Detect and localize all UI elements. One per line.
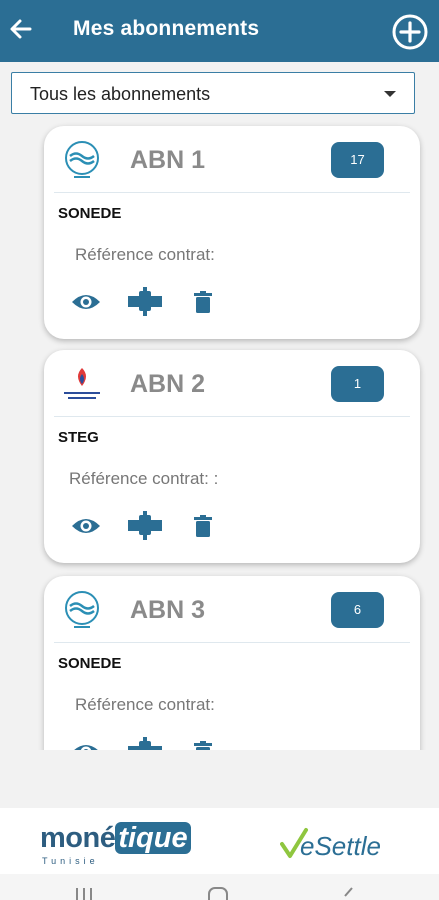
card-actions — [44, 510, 420, 542]
count-badge: 6 — [331, 592, 384, 628]
filter-selected-value: Tous les abonnements — [30, 84, 211, 104]
subscription-filter-select[interactable]: Tous les abonnements — [11, 72, 415, 114]
view-button[interactable] — [70, 736, 102, 750]
add-circle-icon[interactable] — [391, 13, 429, 51]
contract-reference-label: Référence contrat: : — [69, 469, 219, 488]
trash-icon — [194, 741, 212, 750]
delete-button[interactable] — [192, 510, 214, 542]
subscription-name: ABN 3 — [130, 596, 206, 624]
subscription-card[interactable]: ABN 2 1 STEG Référence contrat: : — [44, 350, 420, 563]
subscription-card[interactable]: ABN 3 6 SONEDE Référence contrat: — [44, 576, 420, 750]
divider — [54, 192, 410, 193]
divider — [54, 416, 410, 417]
app-bar: Mes abonnements — [0, 0, 439, 62]
card-actions — [44, 286, 420, 318]
subscription-name: ABN 1 — [130, 146, 206, 174]
esettle-logo: eSettle — [280, 828, 381, 861]
provider-name: SONEDE — [58, 205, 122, 222]
water-valve-icon — [128, 511, 162, 540]
steg-logo-icon — [64, 368, 100, 399]
count-badge: 1 — [331, 366, 384, 402]
subscription-name: ABN 2 — [130, 370, 206, 398]
system-navigation-bar — [0, 874, 439, 900]
meter-button[interactable] — [126, 286, 164, 318]
eye-icon — [72, 295, 100, 309]
delete-button[interactable] — [192, 736, 214, 750]
back-arrow-icon[interactable] — [8, 14, 34, 44]
card-actions — [44, 736, 420, 750]
back-nav-icon[interactable] — [338, 886, 358, 900]
subscription-list[interactable]: ABN 1 17 SONEDE Référence contrat: ABN 2… — [0, 122, 439, 750]
contract-reference-label: Référence contrat: — [75, 695, 215, 714]
divider — [54, 642, 410, 643]
trash-icon — [194, 515, 212, 537]
provider-name: STEG — [58, 429, 99, 446]
page-title: Mes abonnements — [73, 17, 260, 40]
monetique-logo: moné tique Tunisie — [40, 822, 191, 866]
contract-reference-label: Référence contrat: — [75, 245, 215, 264]
monetique-logo-part1: moné — [40, 822, 116, 854]
delete-button[interactable] — [192, 286, 214, 318]
partner-footer: moné tique Tunisie eSettle — [0, 808, 439, 874]
water-valve-icon — [128, 737, 162, 750]
subscription-card[interactable]: ABN 1 17 SONEDE Référence contrat: — [44, 126, 420, 339]
eye-icon — [74, 745, 98, 750]
eye-icon — [72, 519, 100, 533]
recent-apps-icon[interactable] — [72, 886, 96, 900]
monetique-logo-subtitle: Tunisie — [42, 856, 99, 866]
sonede-logo-icon — [65, 141, 99, 178]
sonede-logo-icon — [65, 591, 99, 628]
water-valve-icon — [128, 287, 162, 316]
esettle-logo-text: eSettle — [300, 831, 381, 861]
view-button[interactable] — [70, 510, 102, 542]
count-badge: 17 — [331, 142, 384, 178]
chevron-down-icon — [384, 91, 396, 97]
view-button[interactable] — [70, 286, 102, 318]
provider-name: SONEDE — [58, 655, 122, 672]
monetique-logo-part2: tique — [115, 822, 191, 854]
meter-button[interactable] — [126, 736, 164, 750]
trash-icon — [194, 291, 212, 313]
meter-button[interactable] — [126, 510, 164, 542]
home-icon[interactable] — [206, 886, 230, 900]
